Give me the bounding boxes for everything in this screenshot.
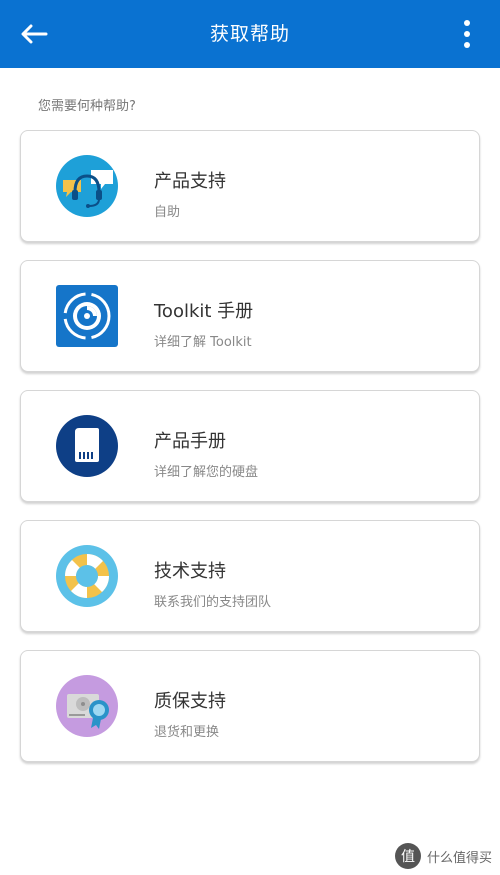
menu-dot [464, 31, 470, 37]
card-product-manual[interactable]: 产品手册 详细了解您的硬盘 [20, 390, 480, 502]
watermark-text: 什么值得买 [426, 850, 492, 866]
page-title: 获取帮助 [209, 23, 290, 45]
card-subtitle: 退货和更换 [154, 725, 220, 740]
back-button[interactable] [14, 16, 54, 52]
card-subtitle: 自助 [154, 205, 181, 220]
card-warranty-support[interactable]: 质保支持 退货和更换 [20, 650, 480, 762]
help-options-list: 产品支持 自助 Toolkit 手册 详细了解 Toolkit 产品手册 详细了… [20, 130, 480, 780]
arrow-left-icon [21, 24, 48, 44]
more-vertical-icon [464, 20, 470, 26]
card-tech-support[interactable]: 技术支持 联系我们的支持团队 [20, 520, 480, 632]
toolkit-disc-icon [56, 285, 118, 347]
card-product-support[interactable]: 产品支持 自助 [20, 130, 480, 242]
menu-dot [464, 42, 470, 48]
card-subtitle: 联系我们的支持团队 [154, 595, 272, 610]
section-label: 您需要何种帮助? [38, 99, 136, 114]
card-subtitle: 详细了解 Toolkit [154, 335, 252, 350]
more-options-button[interactable] [460, 16, 474, 52]
card-title: 质保支持 [154, 691, 226, 712]
app-bar: 获取帮助 [0, 0, 500, 68]
drive-manual-icon [56, 415, 118, 477]
card-subtitle: 详细了解您的硬盘 [154, 465, 259, 480]
warranty-badge-icon [56, 675, 118, 737]
watermark: 值 什么值得买 [394, 843, 492, 869]
card-title: Toolkit 手册 [154, 301, 254, 322]
card-title: 技术支持 [154, 561, 226, 582]
watermark-logo-icon: 值 [394, 843, 421, 869]
card-toolkit-manual[interactable]: Toolkit 手册 详细了解 Toolkit [20, 260, 480, 372]
card-title: 产品手册 [154, 431, 226, 452]
card-title: 产品支持 [154, 171, 226, 192]
headset-support-icon [56, 155, 118, 217]
lifebuoy-icon [56, 545, 118, 607]
